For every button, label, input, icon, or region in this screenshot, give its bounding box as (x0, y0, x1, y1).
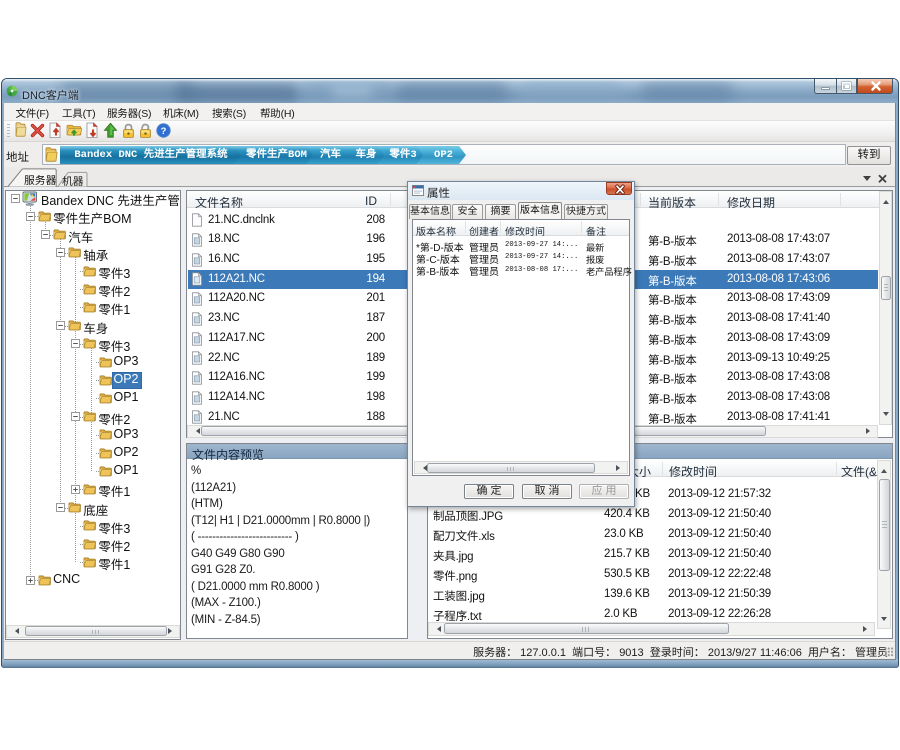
svg-text:?: ? (161, 126, 167, 137)
